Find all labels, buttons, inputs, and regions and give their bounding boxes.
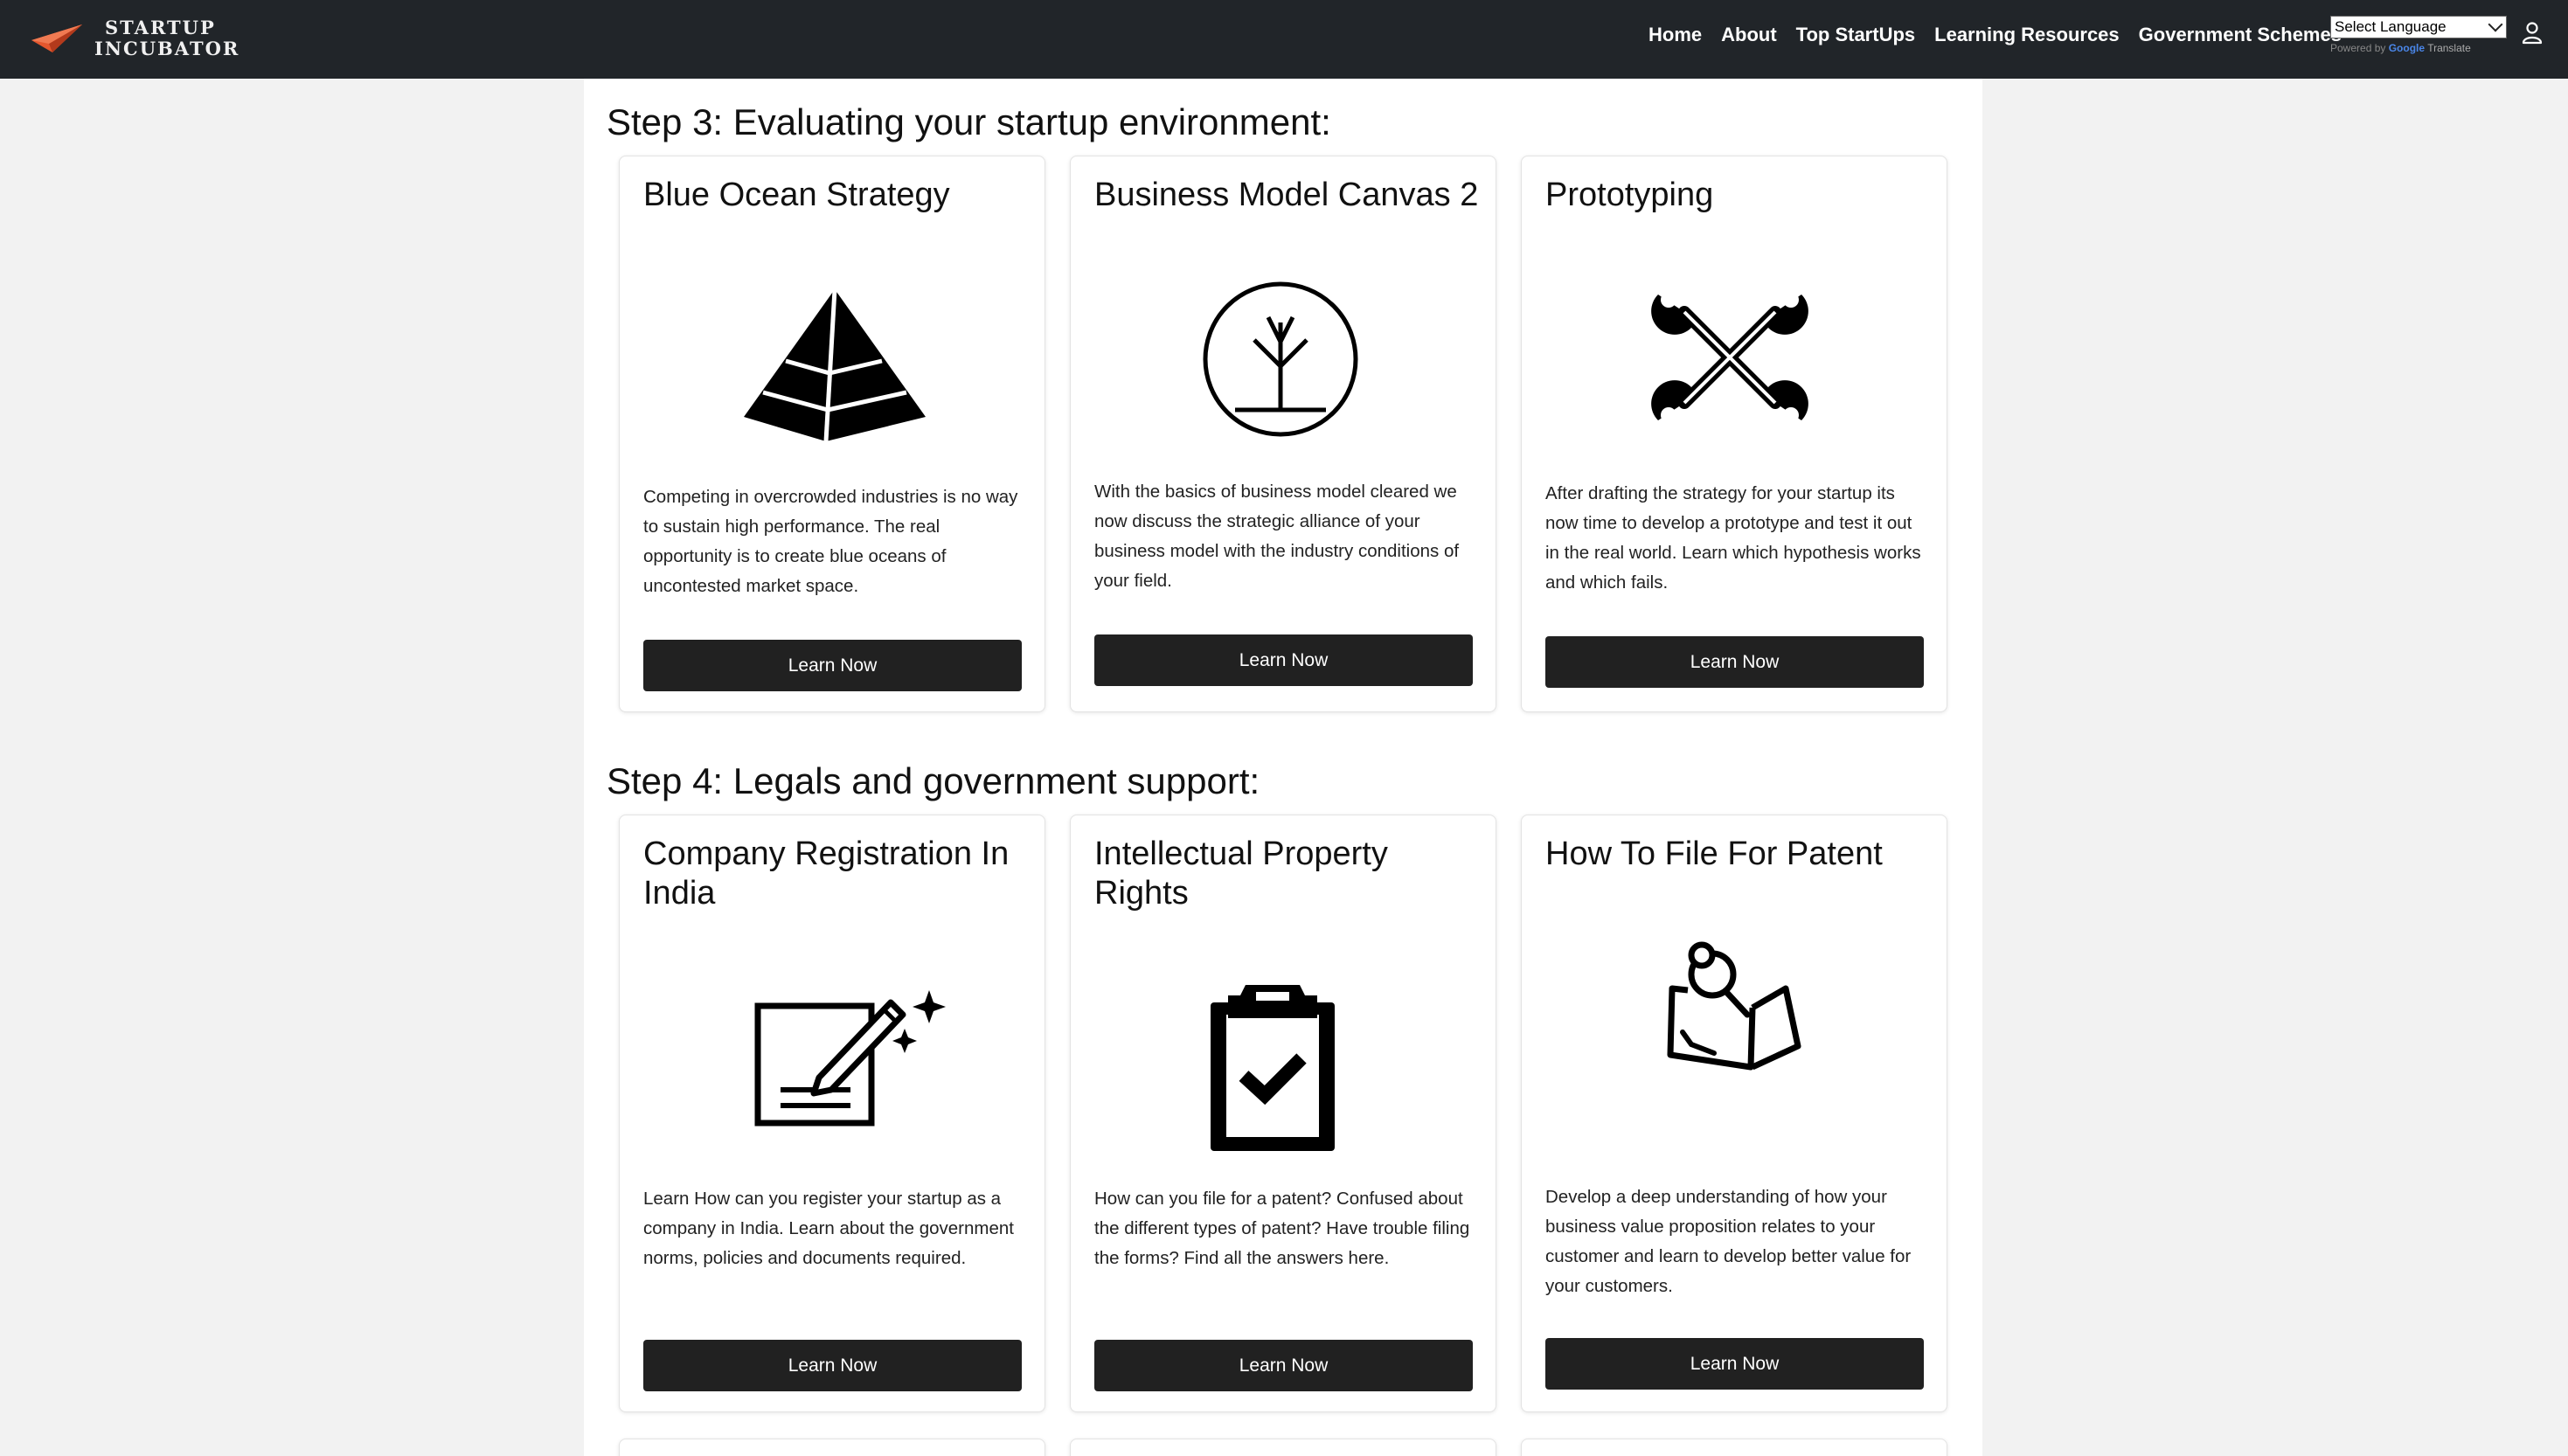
card-blue-ocean-strategy: Blue Ocean Strategy Competing in overcro… xyxy=(619,156,1045,712)
paper-plane-logo-icon xyxy=(31,24,82,52)
nav-link-government-schemes[interactable]: Government Schemes xyxy=(2139,24,2342,46)
learn-now-button[interactable]: Learn Now xyxy=(1094,1340,1473,1391)
card-title: Intellectual Property Rights xyxy=(1094,835,1388,912)
top-navbar: STARTUP INCUBATOR Home About Top StartUp… xyxy=(0,0,2568,79)
nav-link-learning-resources[interactable]: Learning Resources xyxy=(1934,24,2120,46)
card-next-row-2 xyxy=(1070,1439,1496,1456)
card-description: Competing in overcrowded industries is n… xyxy=(643,487,1018,596)
card-description: How can you file for a patent? Confused … xyxy=(1094,1189,1470,1268)
brand-line-1: STARTUP xyxy=(105,17,216,38)
clipboard-check-icon xyxy=(1211,985,1335,1151)
pyramid-icon xyxy=(744,288,926,442)
nav-link-about[interactable]: About xyxy=(1721,24,1777,46)
card-business-model-canvas-2: Business Model Canvas 2 With the basics … xyxy=(1070,156,1496,712)
card-next-row-1 xyxy=(619,1439,1045,1456)
learn-now-button[interactable]: Learn Now xyxy=(1545,1338,1924,1390)
card-company-registration: Company Registration In India Learn How … xyxy=(619,815,1045,1412)
step-3-title: Step 3: Evaluating your startup environm… xyxy=(607,101,1331,142)
brand-logo-link[interactable]: STARTUP INCUBATOR xyxy=(30,12,239,65)
card-title: How To File For Patent xyxy=(1545,835,1883,872)
powered-by-label: Powered by xyxy=(2330,42,2386,54)
card-title: Blue Ocean Strategy xyxy=(643,177,950,213)
nav-link-top-startups[interactable]: Top StartUps xyxy=(1796,24,1915,46)
google-label: Google xyxy=(2388,42,2426,54)
learn-now-button[interactable]: Learn Now xyxy=(643,640,1022,691)
card-next-row-3 xyxy=(1521,1439,1947,1456)
powered-by-google-translate[interactable]: Powered by Google Translate xyxy=(2330,42,2509,54)
translate-label: Translate xyxy=(2427,42,2471,54)
learn-now-button[interactable]: Learn Now xyxy=(1094,634,1473,686)
nav-link-home[interactable]: Home xyxy=(1648,24,1702,46)
pinned-note-icon xyxy=(1667,941,1801,1071)
card-description: Learn How can you register your startup … xyxy=(643,1189,1014,1268)
language-select-value: Select Language xyxy=(2335,18,2447,35)
card-description: After drafting the strategy for your sta… xyxy=(1545,483,1921,593)
card-description: With the basics of business model cleare… xyxy=(1094,482,1460,591)
card-title: Business Model Canvas 2 xyxy=(1094,177,1479,213)
brand-line-2: INCUBATOR xyxy=(94,38,240,59)
card-title: Company Registration In India xyxy=(643,835,1010,912)
google-translate-widget: Select Language Powered by Google Transl… xyxy=(2330,16,2509,54)
tree-circle-icon xyxy=(1203,281,1358,437)
crossed-wrenches-icon xyxy=(1651,292,1808,423)
user-account-icon[interactable] xyxy=(2521,21,2544,45)
main-content: Step 3: Evaluating your startup environm… xyxy=(584,79,1982,1456)
language-select[interactable]: Select Language xyxy=(2330,16,2507,38)
learn-now-button[interactable]: Learn Now xyxy=(643,1340,1022,1391)
chevron-down-icon xyxy=(2488,17,2503,32)
brand-name: STARTUP INCUBATOR xyxy=(94,17,239,59)
step-4-title: Step 4: Legals and government support: xyxy=(607,760,1260,801)
learn-now-button[interactable]: Learn Now xyxy=(1545,636,1924,688)
nav-links: Home About Top StartUps Learning Resourc… xyxy=(1648,0,2361,70)
card-prototyping: Prototyping After drafting the strategy … xyxy=(1521,156,1947,712)
card-description: Develop a deep understanding of how your… xyxy=(1545,1187,1912,1296)
card-title: Prototyping xyxy=(1545,177,1714,213)
document-pen-icon xyxy=(754,990,946,1127)
card-how-to-file-for-patent: How To File For Patent Develop a deep un… xyxy=(1521,815,1947,1412)
card-intellectual-property-rights: Intellectual Property Rights How can you… xyxy=(1070,815,1496,1412)
